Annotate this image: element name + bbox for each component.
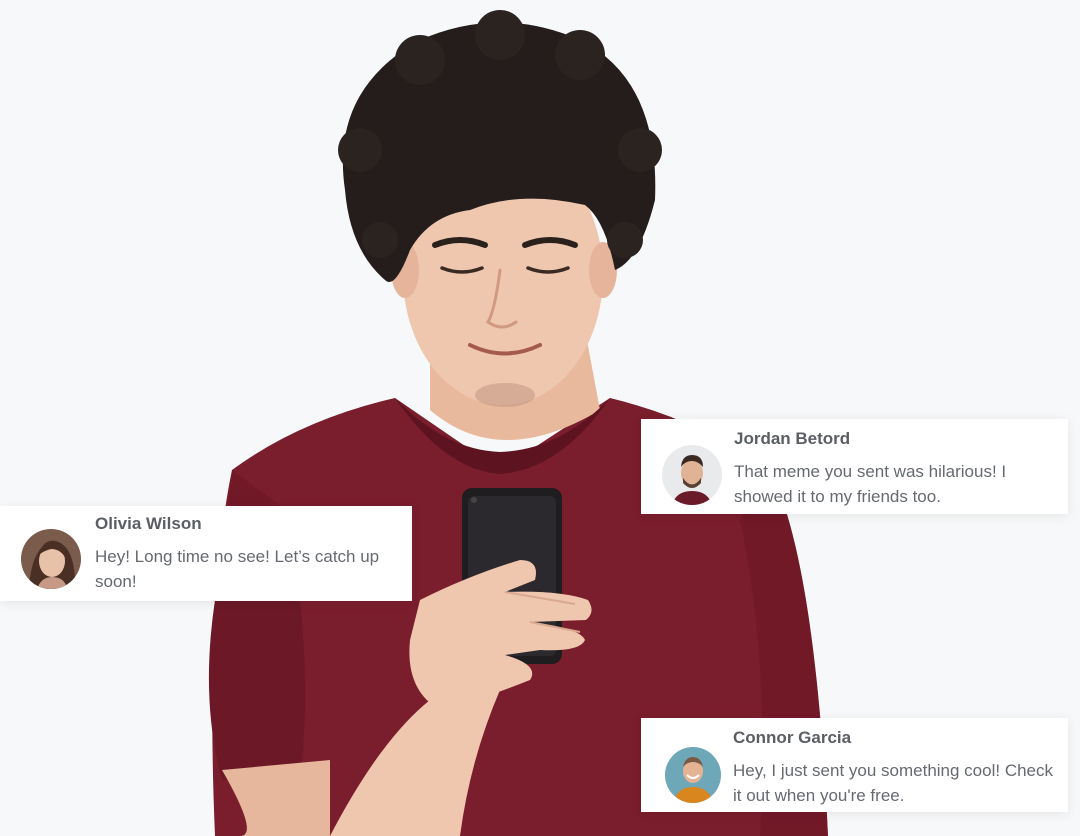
message-text: That meme you sent was hilarious! I show… <box>734 462 1007 506</box>
notification-card-olivia-wilson[interactable]: Olivia Wilson Hey! Long time no see! Let… <box>0 506 412 601</box>
sender-name: Connor Garcia <box>733 728 852 747</box>
notification-card-connor-garcia[interactable]: Connor Garcia Hey, I just sent you somet… <box>641 718 1068 812</box>
notification-card-jordan-betord[interactable]: Jordan Betord That meme you sent was hil… <box>641 419 1068 514</box>
sender-name: Olivia Wilson <box>95 514 202 533</box>
person-with-phone-photo <box>208 10 828 836</box>
avatar-olivia-wilson <box>21 529 81 589</box>
avatar-jordan-betord <box>662 445 722 505</box>
sender-name: Jordan Betord <box>734 429 851 448</box>
stage: Olivia Wilson Hey! Long time no see! Let… <box>0 0 1080 836</box>
message-text: Hey! Long time no see! Let’s catch up so… <box>95 547 380 591</box>
avatar-connor-garcia <box>665 747 721 803</box>
message-text: Hey, I just sent you something cool! Che… <box>733 761 1054 805</box>
